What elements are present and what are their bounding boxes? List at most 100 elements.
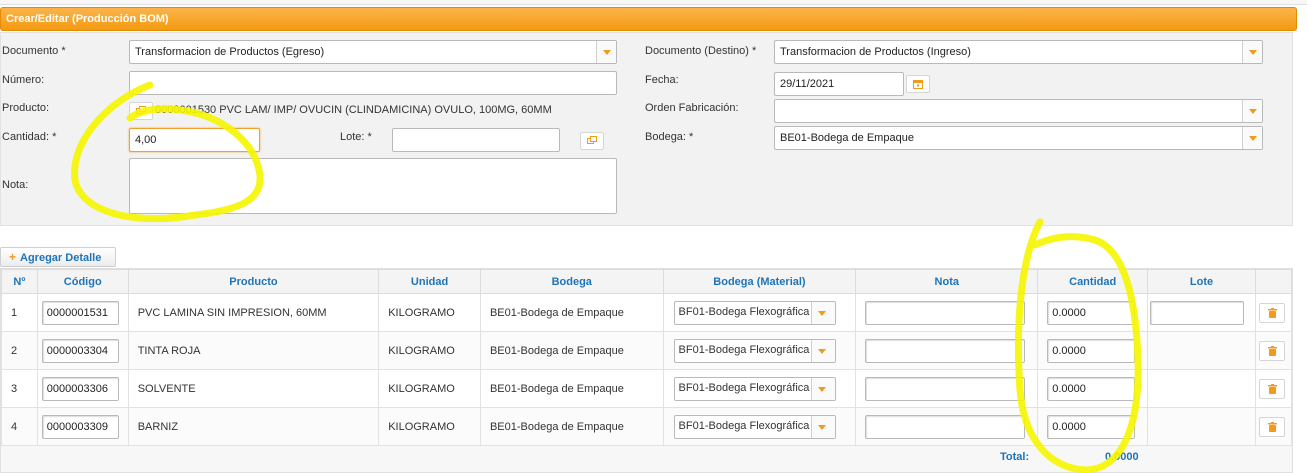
- table-header-row: Nº Código Producto Unidad Bodega Bodega …: [1, 269, 1293, 294]
- col-header[interactable]: Cantidad: [1037, 269, 1149, 294]
- col-header[interactable]: Unidad: [378, 269, 481, 294]
- nota-cell-input[interactable]: [865, 376, 1026, 401]
- chevron-down-icon[interactable]: [810, 301, 835, 324]
- chevron-down-icon[interactable]: [1242, 127, 1262, 149]
- add-detail-button[interactable]: + Agregar Detalle: [0, 247, 116, 267]
- calendar-icon: [913, 80, 923, 89]
- row-number: 2: [1, 331, 38, 370]
- delete-row-button[interactable]: [1258, 378, 1285, 399]
- cantidad-label: Cantidad: *: [2, 131, 57, 143]
- orden-fabricacion-select[interactable]: [774, 99, 1263, 123]
- total-label: Total:: [1000, 451, 1030, 463]
- producto-cell: BARNIZ: [127, 407, 380, 446]
- bodega-label: Bodega: *: [645, 131, 694, 143]
- col-header: [1254, 269, 1293, 294]
- panel-header: Crear/Editar (Producción BOM): [0, 7, 1297, 31]
- numero-input[interactable]: [129, 71, 617, 95]
- delete-row-button[interactable]: [1258, 416, 1285, 437]
- bodega-material-value: BF01-Bodega Flexográfica: [678, 419, 810, 432]
- lote-cell: [1147, 331, 1256, 370]
- lote-cell-input[interactable]: [1150, 300, 1245, 325]
- table-row: 3 0000003306 SOLVENTE KILOGRAMO BE01-Bod…: [1, 369, 1293, 408]
- cantidad-cell-input[interactable]: 0.0000: [1047, 376, 1136, 401]
- bodega-select[interactable]: BE01-Bodega de Empaque: [774, 126, 1263, 150]
- total-value: 0.0000: [1105, 451, 1139, 463]
- chevron-down-icon[interactable]: [1242, 100, 1262, 122]
- orden-fabricacion-label: Orden Fabricación:: [645, 102, 739, 114]
- producto-cell: TINTA ROJA: [127, 331, 380, 370]
- lookup-icon: [136, 106, 146, 114]
- add-detail-label: Agregar Detalle: [20, 252, 102, 264]
- bodega-cell: BE01-Bodega de Empaque: [479, 331, 664, 370]
- chevron-down-icon[interactable]: [810, 339, 835, 362]
- documento-value: Transformacion de Productos (Egreso): [135, 46, 325, 58]
- codigo-input[interactable]: 0000003304: [41, 338, 119, 363]
- delete-row-button[interactable]: [1258, 302, 1285, 323]
- fecha-input[interactable]: 29/11/2021: [774, 72, 904, 96]
- col-header[interactable]: Nº: [1, 269, 38, 294]
- col-header[interactable]: Lote: [1147, 269, 1256, 294]
- detail-table-wrap: Nº Código Producto Unidad Bodega Bodega …: [0, 268, 1293, 473]
- documento-label: Documento *: [2, 45, 66, 57]
- cantidad-cell-input[interactable]: 0.0000: [1047, 338, 1136, 363]
- col-header[interactable]: Bodega: [479, 269, 664, 294]
- lookup-icon: [587, 136, 597, 144]
- documento-destino-value: Transformacion de Productos (Ingreso): [780, 46, 971, 58]
- cantidad-cell-input[interactable]: 0.0000: [1047, 300, 1136, 325]
- col-header[interactable]: Bodega (Material): [662, 269, 857, 294]
- lote-lookup-button[interactable]: [580, 132, 604, 150]
- row-number: 4: [1, 407, 38, 446]
- bodega-material-select[interactable]: BF01-Bodega Flexográfica: [673, 376, 836, 401]
- bodega-material-value: BF01-Bodega Flexográfica: [678, 381, 810, 394]
- row-number: 3: [1, 369, 38, 408]
- producto-value: 0000001530 PVC LAM/ IMP/ OVUCIN (CLINDAM…: [155, 104, 552, 116]
- col-header[interactable]: Producto: [127, 269, 380, 294]
- table-row: 4 0000003309 BARNIZ KILOGRAMO BE01-Bodeg…: [1, 407, 1293, 446]
- chevron-down-icon[interactable]: [810, 415, 835, 438]
- documento-destino-select[interactable]: Transformacion de Productos (Ingreso): [774, 40, 1263, 64]
- unidad-cell: KILOGRAMO: [378, 369, 481, 408]
- bodega-value: BE01-Bodega de Empaque: [780, 132, 914, 144]
- codigo-input[interactable]: 0000003306: [41, 376, 119, 401]
- producto-label: Producto:: [2, 102, 50, 114]
- chevron-down-icon[interactable]: [810, 377, 835, 400]
- chevron-down-icon[interactable]: [596, 41, 616, 63]
- documento-destino-label: Documento (Destino) *: [645, 45, 757, 57]
- plus-icon: +: [9, 250, 17, 264]
- table-row: 2 0000003304 TINTA ROJA KILOGRAMO BE01-B…: [1, 331, 1293, 370]
- bodega-material-select[interactable]: BF01-Bodega Flexográfica: [673, 300, 836, 325]
- nota-label: Nota:: [2, 179, 29, 191]
- producto-cell: SOLVENTE: [127, 369, 380, 408]
- lote-label: Lote: *: [340, 131, 372, 143]
- cantidad-input[interactable]: 4,00: [129, 128, 260, 152]
- detail-table: Nº Código Producto Unidad Bodega Bodega …: [1, 269, 1293, 446]
- chevron-down-icon[interactable]: [1242, 41, 1262, 63]
- bodega-material-select[interactable]: BF01-Bodega Flexográfica: [673, 338, 836, 363]
- col-header[interactable]: Nota: [855, 269, 1039, 294]
- lote-cell: [1147, 407, 1256, 446]
- bodega-cell: BE01-Bodega de Empaque: [479, 293, 664, 332]
- bodega-cell: BE01-Bodega de Empaque: [479, 407, 664, 446]
- lote-input[interactable]: [392, 128, 560, 152]
- documento-select[interactable]: Transformacion de Productos (Egreso): [129, 40, 617, 64]
- numero-label: Número:: [2, 74, 45, 86]
- producto-lookup-button[interactable]: [129, 102, 153, 120]
- nota-textarea[interactable]: [129, 158, 617, 214]
- bodega-material-select[interactable]: BF01-Bodega Flexográfica: [673, 414, 836, 439]
- codigo-input[interactable]: 0000001531: [41, 300, 119, 325]
- delete-row-button[interactable]: [1258, 340, 1285, 361]
- nota-cell-input[interactable]: [865, 414, 1026, 439]
- nota-cell-input[interactable]: [865, 338, 1026, 363]
- trash-icon: [1267, 307, 1277, 318]
- nota-cell-input[interactable]: [865, 300, 1026, 325]
- cantidad-cell-input[interactable]: 0.0000: [1047, 414, 1136, 439]
- bodega-material-value: BF01-Bodega Flexográfica: [678, 305, 810, 318]
- producto-cell: PVC LAMINA SIN IMPRESION, 60MM: [127, 293, 380, 332]
- bodega-cell: BE01-Bodega de Empaque: [479, 369, 664, 408]
- trash-icon: [1267, 383, 1277, 394]
- col-header[interactable]: Código: [36, 269, 129, 294]
- trash-icon: [1267, 345, 1277, 356]
- codigo-input[interactable]: 0000003309: [41, 414, 119, 439]
- row-number: 1: [1, 293, 38, 332]
- calendar-button[interactable]: [906, 75, 930, 93]
